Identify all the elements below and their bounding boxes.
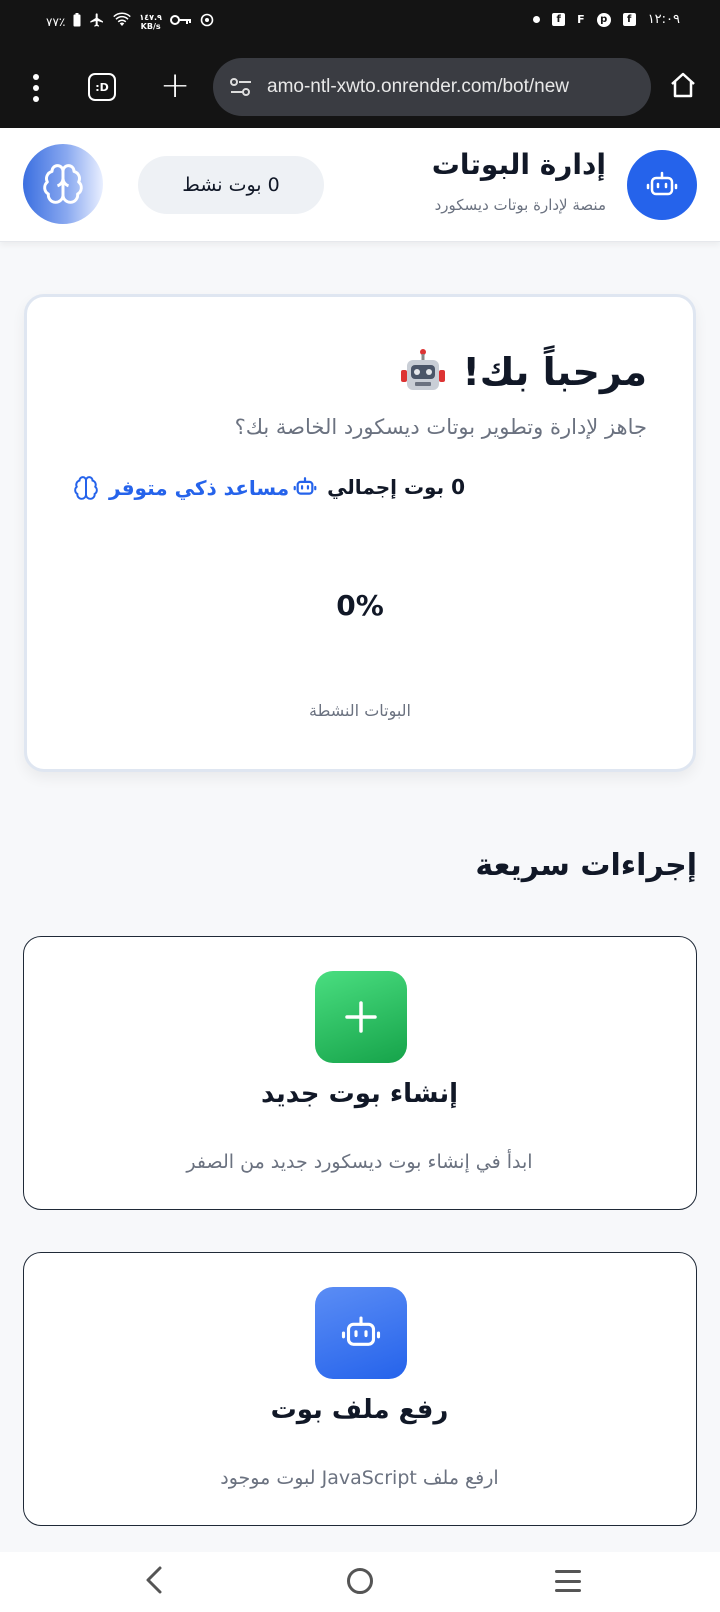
total-bots-stat: 0 بوت إجمالي: [293, 475, 465, 499]
status-left: ٧٧٪ ١٤٧.٩ KB/s: [46, 12, 214, 31]
address-bar[interactable]: amo-ntl-xwto.onrender.com/bot/new: [213, 58, 651, 116]
data-saver-icon: [200, 13, 214, 30]
facebook-icon: f: [552, 13, 566, 26]
create-bot-card[interactable]: إنشاء بوت جديد ابدأ في إنشاء بوت ديسكورد…: [23, 936, 697, 1210]
browser-toolbar: :D + amo-ntl-xwto.onrender.com/bot/new: [0, 46, 720, 128]
quick-actions-title: إجراءات سريعة: [475, 848, 697, 883]
active-bots-label: 0 بوت نشط: [182, 174, 280, 196]
network-speed: ١٤٧.٩ KB/s: [139, 13, 162, 31]
welcome-title: مرحباً بك!: [462, 350, 647, 394]
battery-icon: [73, 13, 81, 30]
wifi-icon: [113, 12, 132, 31]
brain-small-icon: [74, 476, 98, 500]
robot-icon: [315, 1287, 407, 1379]
upload-bot-description: ارفع ملف JavaScript لبوت موجود: [220, 1467, 499, 1489]
upload-bot-title: رفع ملف بوت: [270, 1395, 449, 1425]
page-title: إدارة البوتات: [431, 148, 606, 181]
notification-dot-icon: [533, 16, 541, 23]
site-settings-icon[interactable]: [229, 77, 253, 97]
facebook-icon-2: f: [622, 13, 636, 26]
ai-available-stat: مساعد ذكي متوفر: [73, 475, 289, 501]
url-text: amo-ntl-xwto.onrender.com/bot/new: [267, 76, 570, 97]
robot-icon: [293, 477, 317, 495]
create-bot-title: إنشاء بوت جديد: [260, 1079, 459, 1109]
battery-text: ٧٧٪: [46, 14, 66, 29]
clock-time: ١٢:٠٩: [647, 12, 680, 27]
ai-assistant-button[interactable]: [23, 144, 103, 224]
robot-logo-icon: [627, 150, 697, 220]
welcome-card: مرحباً بك! جاهز لإدارة وتطوير بوتات ديسك…: [24, 294, 696, 772]
active-percent-label: البوتات النشطة: [308, 701, 411, 720]
create-bot-description: ابدأ في إنشاء بوت ديسكورد جديد من الصفر: [186, 1151, 533, 1173]
key-icon: [169, 14, 192, 29]
airplane-icon: [89, 12, 105, 31]
system-nav-bar: [0, 1552, 720, 1612]
ai-available-label: مساعد ذكي متوفر: [109, 476, 290, 500]
browser-menu-icon[interactable]: [22, 70, 50, 106]
tab-switcher-label: :D: [95, 80, 109, 94]
brain-icon: [43, 164, 83, 204]
status-bar: ٧٧٪ ١٤٧.٩ KB/s f F p f ١٢:٠٩: [0, 0, 720, 46]
total-bots-label: 0 بوت إجمالي: [327, 475, 465, 499]
upload-bot-card[interactable]: رفع ملف بوت ارفع ملف JavaScript لبوت موج…: [23, 1252, 697, 1526]
robot-emoji-icon: [398, 347, 448, 397]
plus-icon: [315, 971, 407, 1063]
welcome-subtitle: جاهز لإدارة وتطوير بوتات ديسكورد الخاصة …: [234, 415, 647, 439]
new-tab-icon[interactable]: +: [160, 66, 190, 106]
back-icon[interactable]: [140, 1562, 170, 1598]
active-bots-badge: 0 بوت نشط: [138, 156, 324, 214]
status-right: f F p f ١٢:٠٩: [533, 12, 680, 27]
active-percent: 0%: [336, 589, 384, 622]
tab-switcher-button[interactable]: :D: [88, 73, 116, 101]
home-nav-icon[interactable]: [347, 1568, 373, 1594]
page-subtitle: منصة لإدارة بوتات ديسكورد: [434, 196, 606, 214]
flag-icon: F: [577, 13, 585, 26]
pinterest-icon: p: [596, 12, 611, 27]
home-icon[interactable]: [668, 70, 698, 100]
speed-value: ١٤٧.٩: [139, 12, 162, 22]
app-header: إدارة البوتات منصة لإدارة بوتات ديسكورد …: [0, 128, 720, 242]
welcome-title-row: مرحباً بك!: [398, 347, 647, 397]
recent-apps-icon[interactable]: [555, 1570, 581, 1592]
speed-unit: KB/s: [140, 21, 161, 31]
